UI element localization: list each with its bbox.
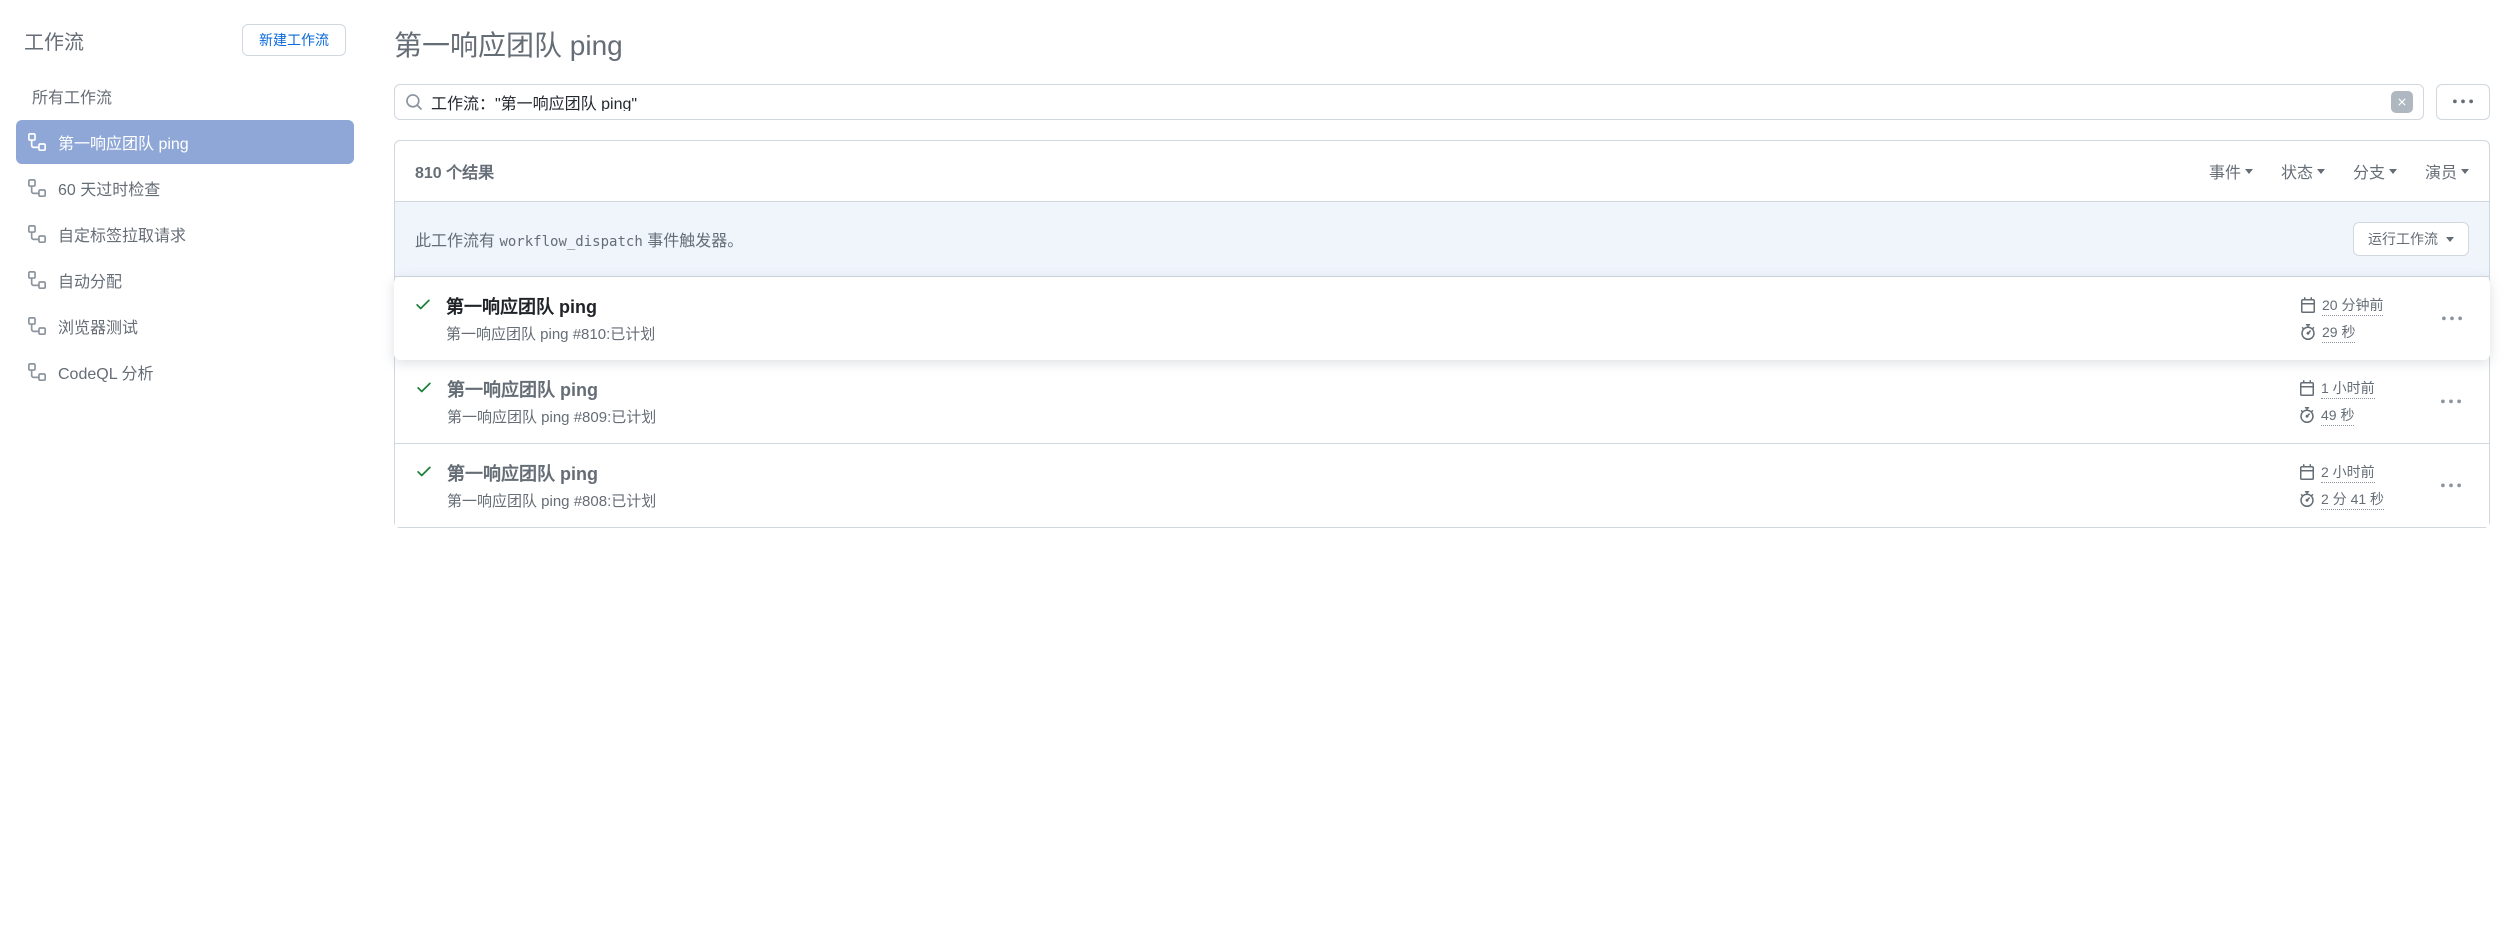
kebab-icon: [2441, 392, 2461, 412]
dispatch-banner: 此工作流有 workflow_dispatch 事件触发器。 运行工作流: [395, 202, 2489, 277]
filter-branch[interactable]: 分支: [2353, 159, 2397, 183]
run-time: 1 小时前: [2321, 378, 2375, 399]
run-menu-button[interactable]: [2433, 472, 2469, 500]
search-wrapper: [394, 84, 2424, 120]
run-time: 2 小时前: [2321, 462, 2375, 483]
close-icon: [2396, 96, 2408, 108]
sidebar-item-workflow[interactable]: 第一响应团队 ping: [16, 120, 354, 164]
calendar-icon: [2300, 297, 2316, 313]
run-main: 第一响应团队 ping 第一响应团队 ping #808:已计划: [447, 460, 2285, 511]
sidebar-item-workflow[interactable]: 自动分配: [16, 258, 354, 302]
search-input[interactable]: [431, 93, 2391, 111]
run-menu-button[interactable]: [2434, 305, 2470, 333]
run-title: 第一响应团队 ping: [447, 460, 2285, 486]
results-count: 810 个结果: [415, 159, 494, 183]
stopwatch-icon: [2299, 491, 2315, 507]
workflow-icon: [28, 225, 46, 243]
caret-down-icon: [2446, 237, 2454, 242]
caret-down-icon: [2317, 169, 2325, 174]
sidebar-item-workflow[interactable]: CodeQL 分析: [16, 350, 354, 394]
sidebar-item-label: 第一响应团队 ping: [58, 130, 189, 154]
dispatch-text-suffix: 事件触发器。: [643, 233, 743, 250]
main-content: 第一响应团队 ping 810 个结果 事件 状态 分支 演员: [370, 0, 2514, 926]
run-duration: 2 分 41 秒: [2321, 489, 2384, 510]
run-main: 第一响应团队 ping 第一响应团队 ping #810:已计划: [446, 293, 2286, 344]
sidebar-item-workflow[interactable]: 自定标签拉取请求: [16, 212, 354, 256]
sidebar-item-label: 自定标签拉取请求: [58, 222, 186, 246]
workflow-icon: [28, 363, 46, 381]
workflow-icon: [28, 317, 46, 335]
check-icon: [414, 295, 432, 313]
caret-down-icon: [2461, 169, 2469, 174]
sidebar-item-label: 所有工作流: [32, 84, 112, 108]
run-meta: 2 小时前 2 分 41 秒: [2299, 462, 2419, 510]
run-main: 第一响应团队 ping 第一响应团队 ping #809:已计划: [447, 376, 2285, 427]
calendar-icon: [2299, 464, 2315, 480]
dispatch-text-prefix: 此工作流有: [415, 233, 499, 250]
run-row[interactable]: 第一响应团队 ping 第一响应团队 ping #809:已计划 1 小时前 4…: [395, 360, 2489, 444]
run-workflow-label: 运行工作流: [2368, 229, 2438, 249]
sidebar-title: 工作流: [24, 26, 84, 55]
results-panel: 810 个结果 事件 状态 分支 演员 此工作流有 workflow_dispa…: [394, 140, 2490, 528]
new-workflow-button[interactable]: 新建工作流: [242, 24, 346, 56]
run-duration: 49 秒: [2321, 405, 2354, 426]
filter-status[interactable]: 状态: [2281, 159, 2325, 183]
sidebar: 工作流 新建工作流 所有工作流 第一响应团队 ping 60 天过时检查自定标签拉…: [0, 0, 370, 926]
workflow-icon: [28, 179, 46, 197]
run-subtitle: 第一响应团队 ping #808:已计划: [447, 490, 2285, 511]
filter-actor[interactable]: 演员: [2425, 159, 2469, 183]
check-icon: [415, 462, 433, 480]
dispatch-code: workflow_dispatch: [499, 234, 642, 250]
run-time: 20 分钟前: [2322, 295, 2383, 316]
caret-down-icon: [2245, 169, 2253, 174]
caret-down-icon: [2389, 169, 2397, 174]
run-menu-button[interactable]: [2433, 388, 2469, 416]
run-row[interactable]: 第一响应团队 ping 第一响应团队 ping #808:已计划 2 小时前 2…: [395, 444, 2489, 527]
run-title: 第一响应团队 ping: [446, 293, 2286, 319]
workflow-icon: [28, 271, 46, 289]
kebab-icon: [2441, 476, 2461, 496]
run-workflow-button[interactable]: 运行工作流: [2353, 222, 2469, 256]
calendar-icon: [2299, 380, 2315, 396]
sidebar-item-label: 自动分配: [58, 268, 122, 292]
sidebar-item-all-workflows[interactable]: 所有工作流: [16, 74, 354, 118]
stopwatch-icon: [2299, 407, 2315, 423]
stopwatch-icon: [2300, 324, 2316, 340]
run-title: 第一响应团队 ping: [447, 376, 2285, 402]
workflow-icon: [28, 133, 46, 151]
search-icon: [405, 93, 423, 111]
kebab-icon: [2453, 92, 2473, 112]
filter-event[interactable]: 事件: [2209, 159, 2253, 183]
check-icon: [415, 378, 433, 396]
sidebar-item-label: CodeQL 分析: [58, 360, 153, 384]
sidebar-item-workflow[interactable]: 60 天过时检查: [16, 166, 354, 210]
page-title: 第一响应团队 ping: [394, 24, 2490, 64]
clear-search-button[interactable]: [2391, 91, 2413, 113]
sidebar-item-label: 浏览器测试: [58, 314, 138, 338]
run-duration: 29 秒: [2322, 322, 2355, 343]
run-meta: 20 分钟前 29 秒: [2300, 295, 2420, 343]
run-subtitle: 第一响应团队 ping #809:已计划: [447, 406, 2285, 427]
sidebar-item-label: 60 天过时检查: [58, 176, 160, 200]
run-meta: 1 小时前 49 秒: [2299, 378, 2419, 426]
run-subtitle: 第一响应团队 ping #810:已计划: [446, 323, 2286, 344]
kebab-icon: [2442, 309, 2462, 329]
more-options-button[interactable]: [2436, 84, 2490, 120]
run-row[interactable]: 第一响应团队 ping 第一响应团队 ping #810:已计划 20 分钟前 …: [394, 277, 2490, 360]
sidebar-item-workflow[interactable]: 浏览器测试: [16, 304, 354, 348]
